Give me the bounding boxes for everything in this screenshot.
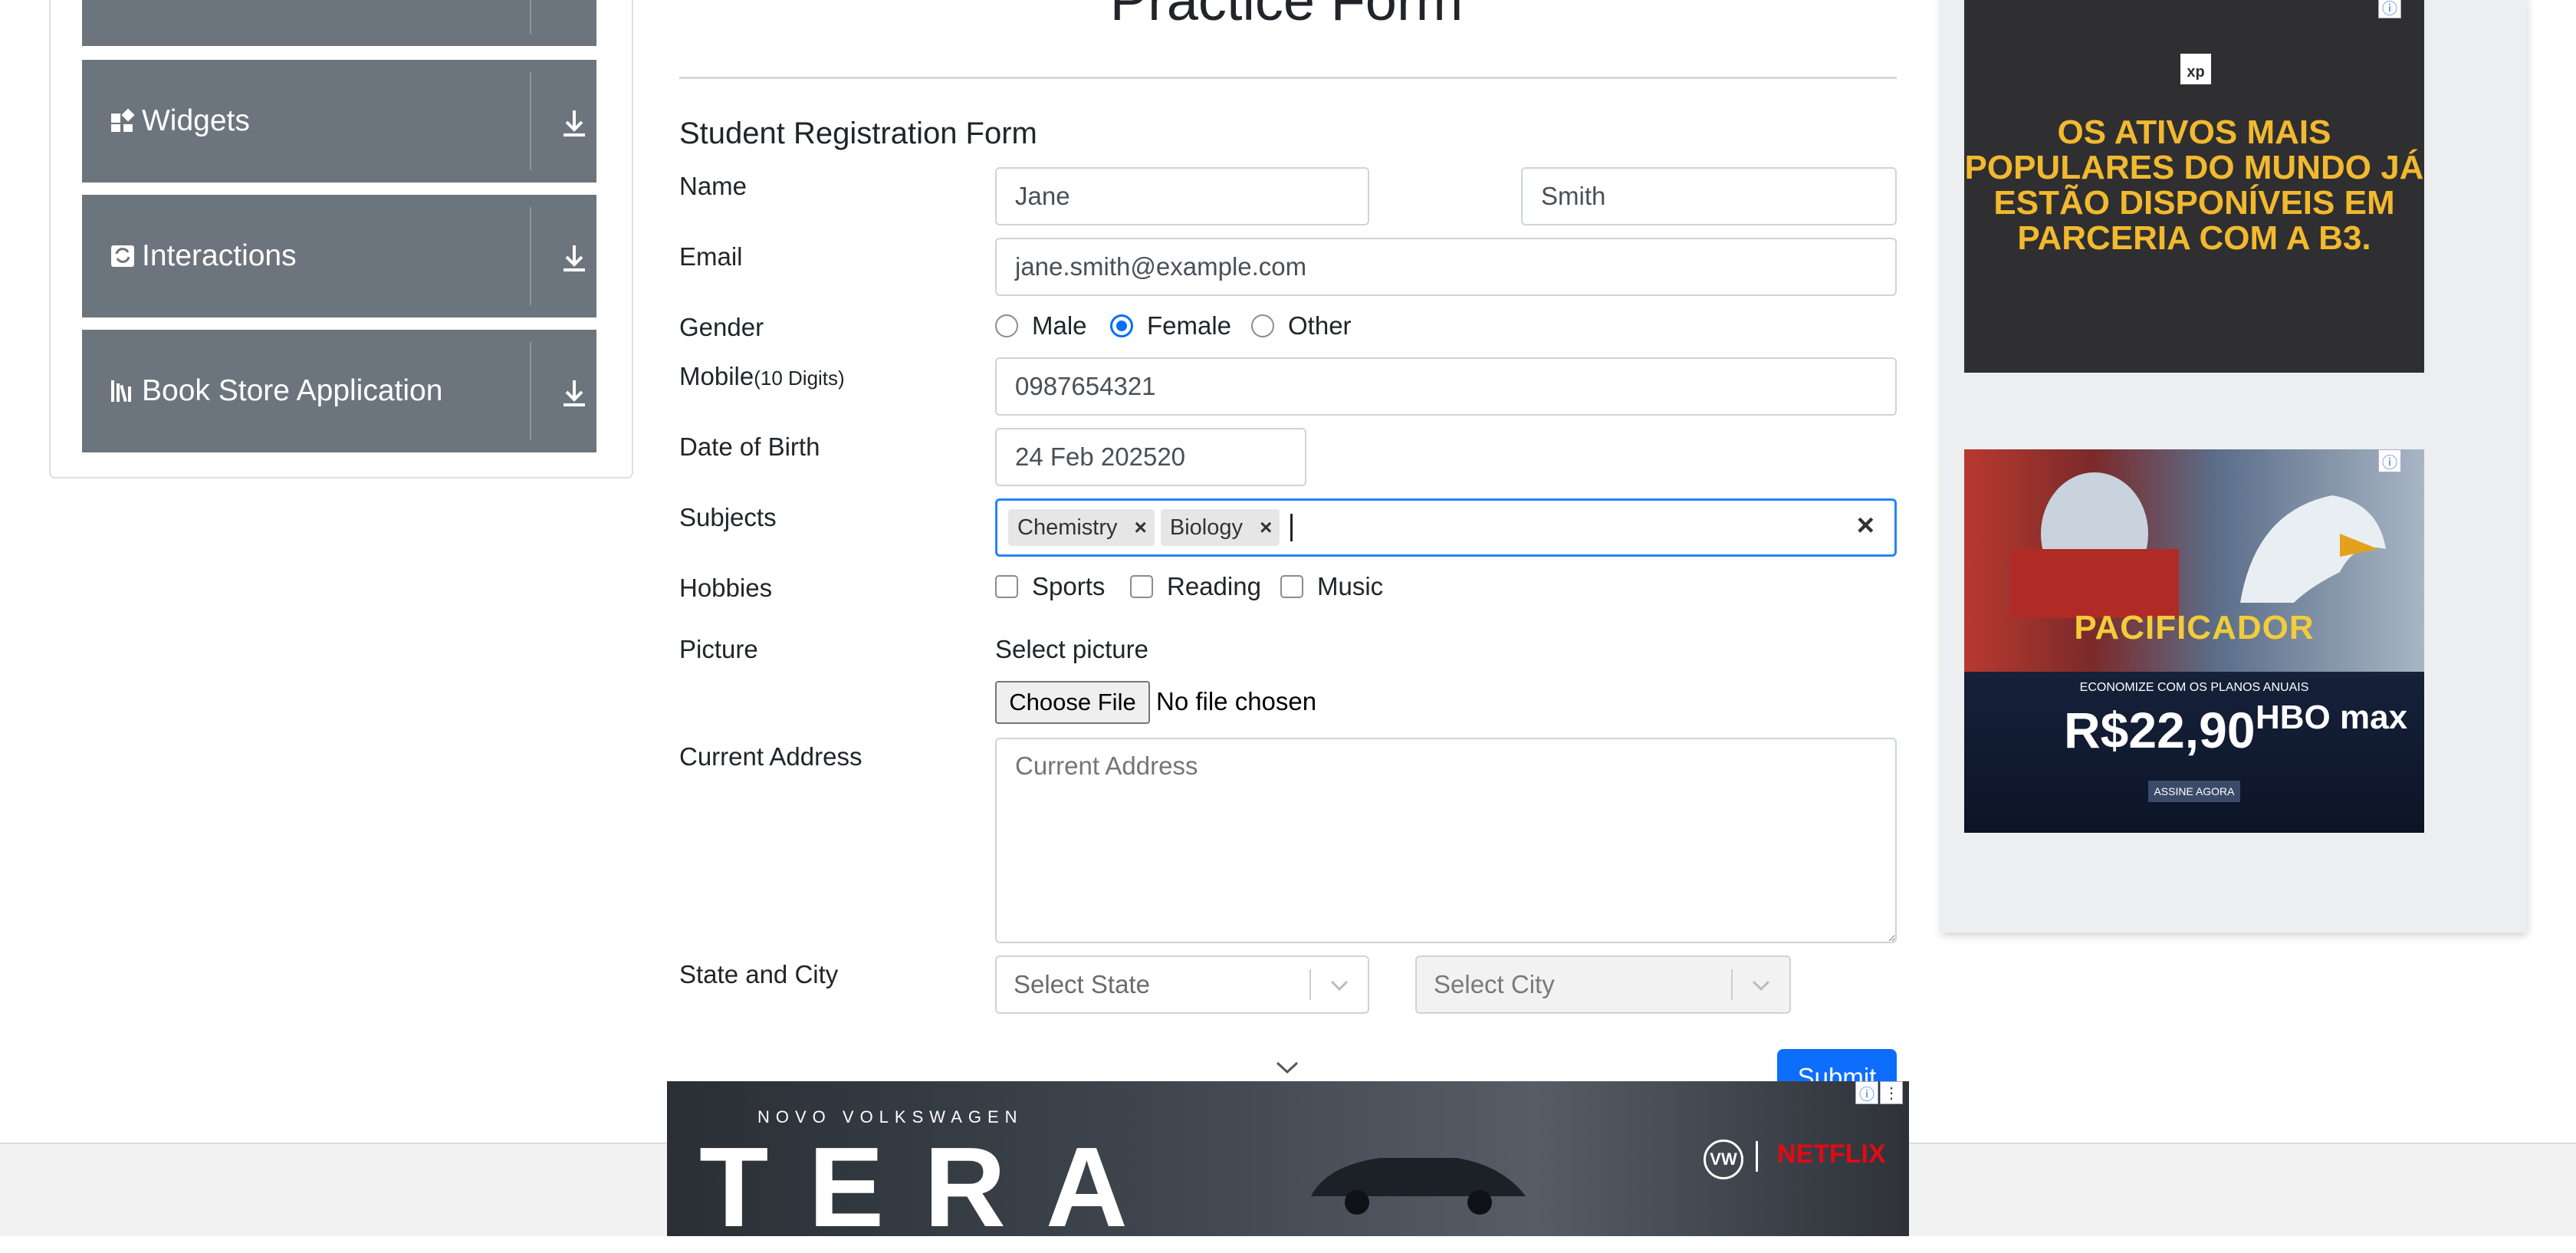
radio-label: Other (1288, 311, 1352, 340)
car-image (1311, 1158, 1526, 1215)
chevron-down-icon[interactable] (1274, 1058, 1300, 1077)
group-divider (530, 0, 531, 34)
radio-label: Female (1147, 311, 1232, 340)
chevron-down-icon[interactable] (1750, 974, 1773, 997)
page-title: Practice Form (1109, 0, 1464, 32)
form-heading: Student Registration Form (679, 117, 1037, 150)
ad-text: OS ATIVOS MAIS POPULARES DO MUNDO JÁ EST… (1964, 113, 2424, 257)
email-input[interactable]: jane.smith@example.com (995, 238, 1897, 296)
last-name-input[interactable]: Smith (1521, 167, 1897, 225)
ad-subtitle: ECONOMIZE COM OS PLANOS ANUAIS (2079, 681, 2309, 694)
gender-label: Gender (679, 313, 764, 341)
checkbox-label: Sports (1032, 572, 1106, 600)
interactions-icon (111, 245, 134, 267)
sidebar-group-elements-partial[interactable] (82, 0, 596, 46)
dob-label: Date of Birth (679, 432, 820, 461)
adchoices-icon[interactable]: ⓘ (1855, 1081, 1878, 1104)
ad-cta-button[interactable]: ASSINE AGORA (2148, 781, 2240, 802)
mobile-label: Mobile(10 Digits) (679, 362, 845, 391)
sidebar-group-interactions[interactable]: Interactions (82, 195, 596, 317)
ad-title: TERA (699, 1124, 1168, 1251)
group-divider (530, 72, 531, 170)
hobby-music-checkbox[interactable]: Music (1280, 572, 1383, 601)
ad-banner-tera[interactable]: NOVO VOLKSWAGEN TERA VW NETFLIX ⓘ ⋮ (667, 1081, 1909, 1251)
radio-circle[interactable] (1251, 314, 1274, 337)
sidebar-group-book-store[interactable]: Book Store Application (82, 330, 596, 452)
subject-chip: Chemistry × (1008, 509, 1155, 546)
radio-label: Male (1032, 311, 1087, 340)
chip-label: Chemistry (1017, 515, 1118, 540)
group-divider (530, 342, 531, 440)
gender-other-radio[interactable]: Other (1251, 311, 1352, 340)
state-placeholder: Select State (1014, 970, 1150, 998)
city-select[interactable]: Select City (1415, 955, 1791, 1014)
radio-circle-selected[interactable] (1110, 314, 1133, 337)
checkbox-label: Music (1317, 572, 1384, 600)
subject-chip: Biology × (1160, 509, 1280, 546)
gender-male-radio[interactable]: Male (995, 311, 1087, 340)
svg-text:xp: xp (2187, 64, 2204, 81)
ad-brand: HBO max (2256, 699, 2408, 736)
email-label: Email (679, 242, 743, 271)
mobile-label-text: Mobile (679, 362, 754, 390)
picture-hint: Select picture (995, 635, 1148, 663)
chip-label: Biology (1169, 515, 1243, 540)
adchoices-icon[interactable]: ⓘ (2378, 0, 2401, 18)
ad-banner-b3[interactable]: xp OS ATIVOS MAIS POPULARES DO MUNDO JÁ … (1964, 0, 2424, 373)
select-separator (1731, 969, 1733, 1000)
sidebar-group-widgets[interactable]: Widgets (82, 60, 596, 183)
checkbox-box[interactable] (995, 575, 1018, 598)
ad-separator (1756, 1141, 1758, 1172)
dob-input[interactable]: 24 Feb 202520 (995, 428, 1306, 486)
picture-label: Picture (679, 635, 758, 663)
first-name-input[interactable]: Jane (995, 167, 1369, 225)
sidebar-group-label: Interactions (142, 239, 297, 272)
text-cursor (1290, 514, 1293, 541)
no-file-text: No file chosen (1156, 687, 1317, 715)
ad-title: PACIFICADOR (2074, 609, 2315, 646)
eagle-image (2240, 495, 2386, 603)
sidebar-group-label: Book Store Application (142, 374, 443, 407)
vw-logo-icon: VW (1704, 1140, 1743, 1179)
subjects-label: Subjects (679, 503, 777, 531)
ad-price: R$22,90 (2064, 702, 2256, 758)
ad-partner: NETFLIX (1777, 1140, 1886, 1169)
ad-menu-icon[interactable]: ⋮ (1880, 1081, 1903, 1104)
download-icon[interactable] (551, 235, 597, 281)
checkbox-box[interactable] (1130, 575, 1153, 598)
hobby-reading-checkbox[interactable]: Reading (1130, 572, 1261, 601)
ad-banner-pacificador[interactable]: PACIFICADOR ECONOMIZE COM OS PLANOS ANUA… (1964, 449, 2424, 833)
adchoices-icon[interactable]: ⓘ (2378, 449, 2401, 472)
bookstore-icon (111, 380, 131, 403)
hobbies-label: Hobbies (679, 574, 773, 602)
mobile-hint: (10 Digits) (754, 367, 845, 390)
download-icon[interactable] (551, 100, 597, 146)
choose-file-button[interactable]: Choose File (995, 681, 1150, 724)
state-select[interactable]: Select State (995, 955, 1369, 1014)
checkbox-label: Reading (1167, 572, 1261, 600)
title-divider (679, 77, 1897, 79)
hero-image (2010, 472, 2179, 618)
remove-chip-icon[interactable]: × (1260, 515, 1272, 540)
group-divider (530, 207, 531, 305)
address-label: Current Address (679, 742, 863, 771)
gender-female-radio[interactable]: Female (1110, 311, 1231, 340)
name-label: Name (679, 172, 748, 200)
xp-logo-icon: xp (2180, 54, 2211, 84)
widgets-icon (111, 108, 135, 132)
download-icon[interactable] (551, 370, 597, 416)
remove-chip-icon[interactable]: × (1135, 515, 1147, 540)
select-separator (1309, 969, 1311, 1000)
clear-all-icon[interactable]: × (1857, 508, 1875, 543)
current-address-textarea[interactable] (995, 738, 1897, 943)
chevron-down-icon[interactable] (1328, 974, 1351, 997)
mobile-input[interactable]: 0987654321 (995, 357, 1897, 416)
sidebar-group-label: Widgets (142, 104, 250, 137)
city-placeholder: Select City (1434, 970, 1555, 998)
checkbox-box[interactable] (1280, 575, 1303, 598)
state-city-label: State and City (679, 960, 839, 988)
hobby-sports-checkbox[interactable]: Sports (995, 572, 1105, 601)
radio-circle[interactable] (995, 314, 1018, 337)
subjects-input[interactable]: Chemistry × Biology × × (995, 498, 1897, 557)
